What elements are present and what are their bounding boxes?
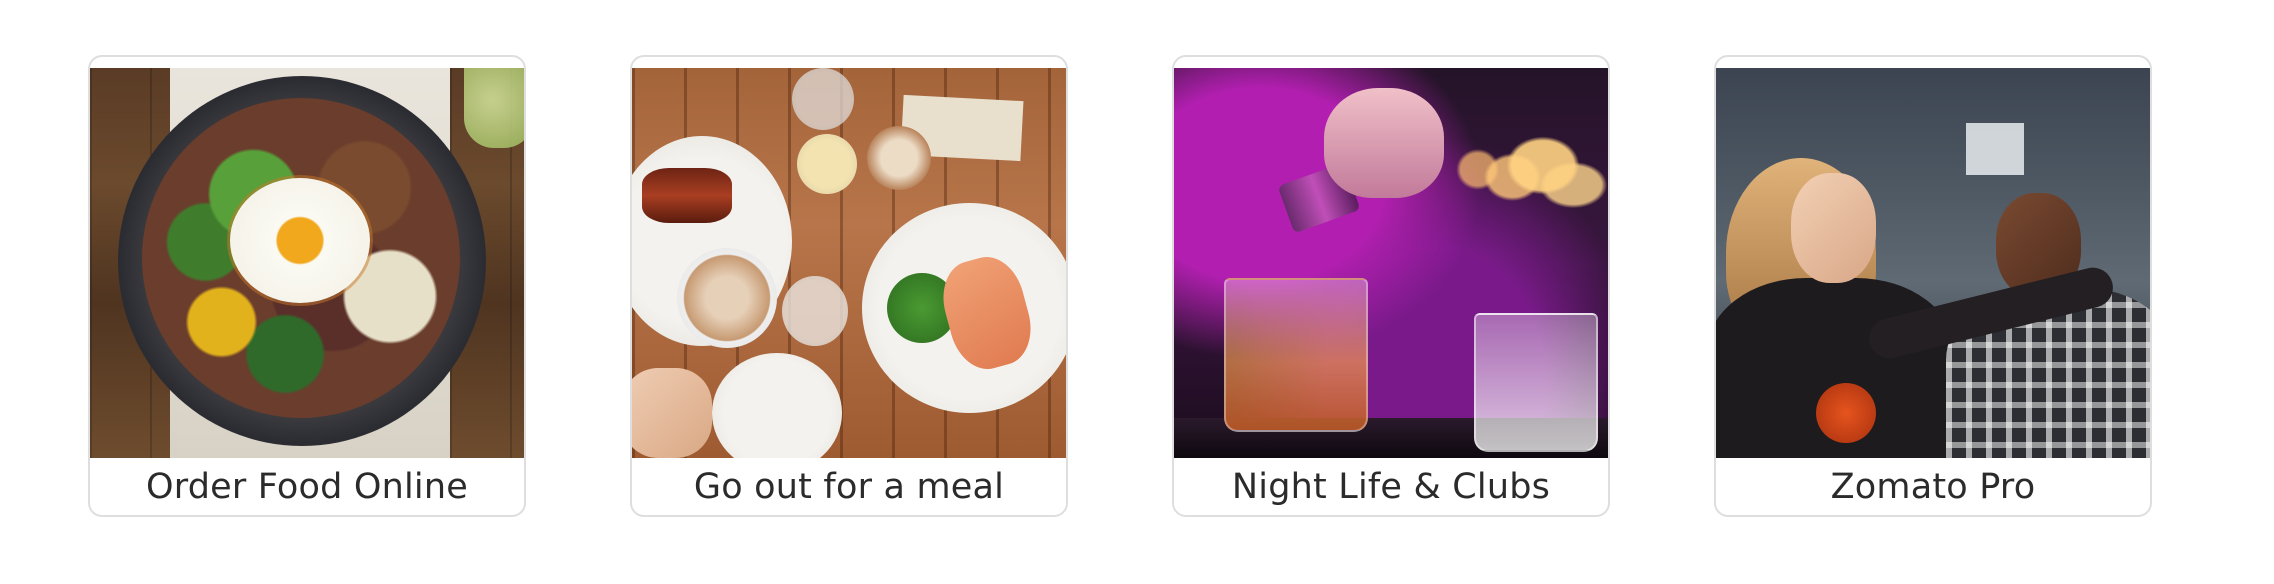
water-glass (792, 68, 854, 130)
cocktail-glass (1224, 278, 1368, 432)
face (1791, 173, 1876, 283)
collections-section: Order Food Online Go out for a meal Nigh… (0, 0, 2274, 584)
order-food-image[interactable] (90, 68, 524, 458)
flower (1816, 383, 1876, 443)
juice-glass (797, 134, 857, 194)
card-night-life-clubs[interactable]: Night Life & Clubs (1172, 55, 1610, 517)
card-order-food-online[interactable]: Order Food Online (88, 55, 526, 517)
coffee-cup (867, 126, 931, 190)
card-label[interactable]: Night Life & Clubs (1174, 458, 1608, 515)
hand (1324, 88, 1444, 198)
plate (712, 353, 842, 458)
latte-cup (677, 248, 777, 348)
go-out-image[interactable] (632, 68, 1066, 458)
fried-egg (230, 178, 370, 303)
card-zomato-pro[interactable]: Zomato Pro (1714, 55, 2152, 517)
card-go-out-for-a-meal[interactable]: Go out for a meal (630, 55, 1068, 517)
meat (642, 168, 732, 223)
hand (632, 368, 712, 458)
window (1966, 123, 2024, 175)
water-glass (782, 276, 848, 346)
night-life-image[interactable] (1174, 68, 1608, 458)
category-cards: Order Food Online Go out for a meal Nigh… (88, 55, 2152, 517)
glass (464, 68, 524, 148)
card-label[interactable]: Order Food Online (90, 458, 524, 515)
card-label[interactable]: Zomato Pro (1716, 458, 2150, 515)
zomato-pro-image[interactable] (1716, 68, 2150, 458)
card-label[interactable]: Go out for a meal (632, 458, 1066, 515)
candle-glass (1474, 313, 1598, 452)
